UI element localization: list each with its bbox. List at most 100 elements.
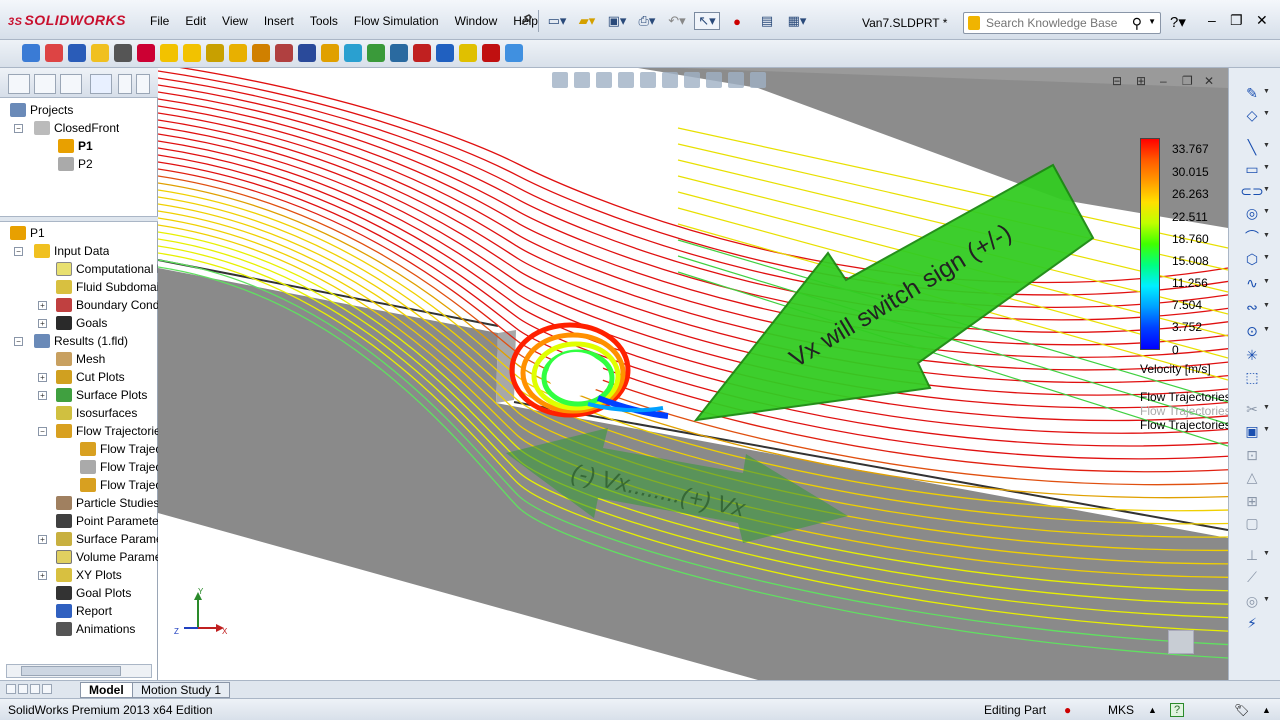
offset-entities-icon[interactable]: ⊡ bbox=[1243, 446, 1261, 464]
results-node[interactable]: Results (1.fld) bbox=[34, 332, 128, 350]
goal-check-icon[interactable] bbox=[160, 44, 178, 62]
load-results-icon[interactable] bbox=[390, 44, 408, 62]
tree-item-surface-plots[interactable]: Surface Plots bbox=[56, 386, 147, 404]
smart-dimension-icon[interactable]: ◇ bbox=[1243, 106, 1261, 124]
move-entities-icon[interactable]: ▢ bbox=[1243, 514, 1261, 532]
tab-scroll-right[interactable] bbox=[136, 74, 150, 94]
stop-icon[interactable] bbox=[482, 44, 500, 62]
rectangle-icon[interactable]: ▭ bbox=[1243, 160, 1261, 178]
scrollbar-thumb[interactable] bbox=[21, 666, 121, 676]
tab-motion-study[interactable]: Motion Study 1 bbox=[132, 682, 231, 698]
tree-item-animations[interactable]: Animations bbox=[56, 620, 135, 638]
section-view-icon[interactable] bbox=[618, 72, 634, 88]
view-cube-icon[interactable] bbox=[1168, 630, 1194, 654]
repair-sketch-icon[interactable]: ⟋ bbox=[1243, 568, 1261, 586]
hide-show-items-icon[interactable] bbox=[684, 72, 700, 88]
expand-icon[interactable]: + bbox=[38, 301, 47, 310]
tab-model[interactable]: Model bbox=[80, 682, 133, 698]
rebuild-status-icon[interactable]: ● bbox=[1064, 703, 1071, 717]
centerline-icon[interactable]: ⬚ bbox=[1243, 368, 1261, 386]
restore-icon[interactable]: ❐ bbox=[1182, 74, 1193, 88]
expand-icon[interactable]: + bbox=[38, 319, 47, 328]
minimize-icon[interactable]: – bbox=[1208, 12, 1216, 28]
wizard-icon[interactable] bbox=[45, 44, 63, 62]
apply-scene-icon[interactable] bbox=[728, 72, 744, 88]
input-data-node[interactable]: Input Data bbox=[34, 242, 109, 260]
last-tab-icon[interactable] bbox=[42, 684, 52, 694]
collapse-icon[interactable]: − bbox=[14, 247, 23, 256]
tree-item-fluid-subdomains[interactable]: Fluid Subdomains bbox=[56, 278, 172, 296]
menu-window[interactable]: Window bbox=[447, 14, 506, 28]
options-icon[interactable]: ▦▾ bbox=[784, 12, 810, 30]
first-tab-icon[interactable] bbox=[6, 684, 16, 694]
menu-flow-simulation[interactable]: Flow Simulation bbox=[346, 14, 447, 28]
menu-edit[interactable]: Edit bbox=[177, 14, 214, 28]
status-dropdown-icon[interactable]: ▲ bbox=[1262, 705, 1271, 715]
calculation-control-icon[interactable] bbox=[114, 44, 132, 62]
feature-manager-tab[interactable] bbox=[8, 74, 30, 94]
cut-plot-icon[interactable] bbox=[413, 44, 431, 62]
arc-icon[interactable]: ⌒ bbox=[1243, 228, 1261, 246]
quick-snaps-icon[interactable]: ◎ bbox=[1243, 592, 1261, 610]
menu-view[interactable]: View bbox=[214, 14, 256, 28]
tree-item-particle-studies[interactable]: Particle Studies bbox=[56, 494, 159, 512]
graphics-area[interactable]: Vx will switch sign (+/-) (-) Vx........… bbox=[158, 68, 1228, 680]
rapid-sketch-icon[interactable]: ⚡ bbox=[1243, 614, 1261, 632]
display-style-icon[interactable] bbox=[662, 72, 678, 88]
expand-icon[interactable]: + bbox=[38, 391, 47, 400]
chevron-down-icon[interactable]: ▼ bbox=[1148, 17, 1156, 26]
previous-tab-icon[interactable] bbox=[18, 684, 28, 694]
print-icon[interactable]: ⎙▾ bbox=[634, 12, 660, 30]
close-icon[interactable]: ✕ bbox=[1256, 12, 1268, 29]
ellipse-icon[interactable]: ∾ bbox=[1243, 298, 1261, 316]
project-item[interactable]: P1 bbox=[58, 137, 93, 155]
collapse-icon[interactable]: − bbox=[38, 427, 47, 436]
rebuild-traffic-light-icon[interactable]: ● bbox=[724, 12, 750, 30]
linear-pattern-icon[interactable]: ⊞ bbox=[1243, 492, 1261, 510]
tree-horizontal-scrollbar[interactable] bbox=[6, 664, 152, 678]
save-icon[interactable]: ▣▾ bbox=[604, 12, 630, 30]
convert-entities-icon[interactable]: ▣ bbox=[1243, 422, 1261, 440]
close-icon[interactable]: ✕ bbox=[1204, 74, 1214, 88]
heat-source-icon[interactable] bbox=[229, 44, 247, 62]
results-icon[interactable] bbox=[367, 44, 385, 62]
flow-analysis-tab[interactable] bbox=[90, 74, 112, 94]
tree-item-cut-plots[interactable]: Cut Plots bbox=[56, 368, 125, 386]
configuration-manager-tab[interactable] bbox=[60, 74, 82, 94]
split-vertical-icon[interactable]: ⊞ bbox=[1136, 74, 1146, 88]
tag-icon[interactable]: 🏷 bbox=[1234, 703, 1249, 717]
collapse-icon[interactable]: − bbox=[14, 124, 23, 133]
sketch-icon[interactable]: ✎ bbox=[1243, 84, 1261, 102]
units-dropdown-icon[interactable]: ▲ bbox=[1148, 705, 1157, 715]
analysis-root-node[interactable]: P1 bbox=[10, 224, 45, 242]
edit-appearance-icon[interactable] bbox=[706, 72, 722, 88]
tree-item-report[interactable]: Report bbox=[56, 602, 112, 620]
menu-file[interactable]: File bbox=[142, 14, 177, 28]
boundary-condition-icon[interactable] bbox=[137, 44, 155, 62]
search-icon[interactable]: ⚲ bbox=[1132, 15, 1142, 32]
search-knowledge-base[interactable]: ⚲ ▼ bbox=[963, 12, 1161, 34]
quick-tips-icon[interactable]: ? bbox=[1170, 703, 1184, 717]
mesh-local-icon[interactable] bbox=[321, 44, 339, 62]
sum-goal-icon[interactable] bbox=[298, 44, 316, 62]
open-folder-icon[interactable]: ▰▾ bbox=[574, 12, 600, 30]
tree-item-isosurfaces[interactable]: Isosurfaces bbox=[56, 404, 137, 422]
menu-tools[interactable]: Tools bbox=[302, 14, 346, 28]
tab-scroll-left[interactable] bbox=[118, 74, 132, 94]
polygon-icon[interactable]: ⬡ bbox=[1243, 250, 1261, 268]
tree-item-flow-trajectories[interactable]: Flow Trajectories bbox=[56, 422, 167, 440]
collapse-icon[interactable]: − bbox=[14, 337, 23, 346]
split-horizontal-icon[interactable]: ⊟ bbox=[1112, 74, 1122, 88]
tree-item-goal-plots[interactable]: Goal Plots bbox=[56, 584, 131, 602]
computational-domain-icon[interactable] bbox=[91, 44, 109, 62]
tree-item-point-parameters[interactable]: Point Parameters bbox=[56, 512, 169, 530]
new-document-icon[interactable]: ▭▾ bbox=[544, 12, 570, 30]
point-icon[interactable]: ✳ bbox=[1243, 346, 1261, 364]
file-properties-icon[interactable]: ▤ bbox=[754, 12, 780, 30]
undo-icon[interactable]: ↶▾ bbox=[664, 12, 690, 30]
zoom-to-area-icon[interactable] bbox=[574, 72, 590, 88]
expand-icon[interactable]: + bbox=[38, 373, 47, 382]
tree-item-goals[interactable]: Goals bbox=[56, 314, 107, 332]
view-settings-icon[interactable] bbox=[750, 72, 766, 88]
solve-check-icon[interactable] bbox=[459, 44, 477, 62]
